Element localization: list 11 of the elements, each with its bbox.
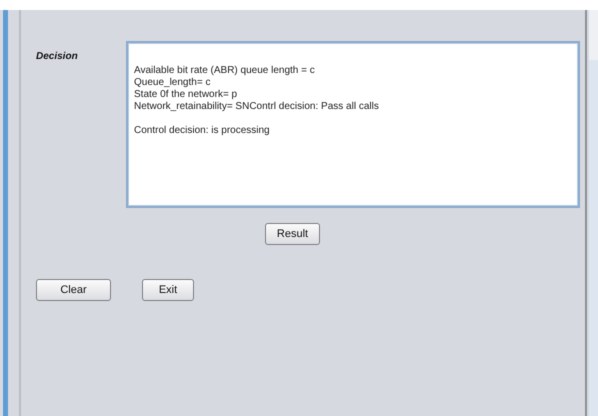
output-line: State 0f the network= p — [134, 89, 238, 101]
decision-label: Decision — [36, 51, 79, 64]
output-line: Network_retainability= SNContrl decision: Pass all calls — [134, 101, 380, 113]
action-button[interactable]: Clear — [36, 279, 111, 301]
scroll-bar[interactable] — [589, 10, 598, 416]
action-button[interactable]: Exit — [142, 279, 194, 301]
output-text-area[interactable]: Available bit rate (ABR) queue length = c Queue_length= c State 0f the network= p Network_retainability= SNContrl decision: Pass all calls Control decision: is processing — [126, 41, 580, 208]
result-button[interactable]: Result — [265, 223, 320, 245]
output-line: Available bit rate (ABR) queue length = c — [134, 65, 316, 77]
output-line: Control decision: is processing — [134, 125, 271, 137]
output-line: Queue_length= c — [134, 77, 212, 89]
